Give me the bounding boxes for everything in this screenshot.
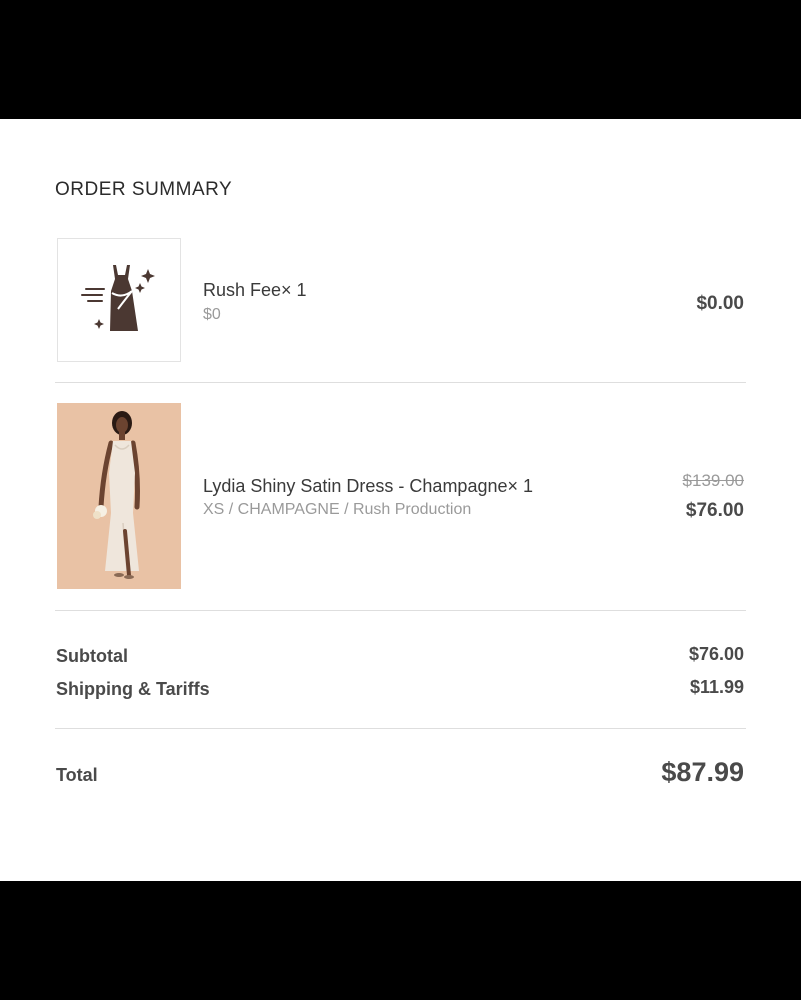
dress-photo bbox=[57, 403, 181, 589]
subtotal-value: $76.00 bbox=[688, 644, 744, 664]
dress-thumbnail[interactable] bbox=[57, 403, 181, 589]
item-detail: $0 bbox=[203, 306, 221, 323]
rush-dress-icon bbox=[81, 265, 155, 331]
subtotal-label: Subtotal bbox=[56, 646, 128, 666]
item-price: $0.00 bbox=[696, 293, 744, 314]
rush-fee-thumbnail[interactable] bbox=[57, 238, 181, 362]
total-value: $87.99 bbox=[661, 757, 744, 787]
item-price: $76.00 bbox=[685, 500, 744, 521]
divider bbox=[55, 610, 746, 611]
item-name[interactable]: Lydia Shiny Satin Dress - Champagne× 1 bbox=[203, 476, 533, 497]
original-price: $139.00 bbox=[682, 471, 744, 490]
item-name[interactable]: Rush Fee× 1 bbox=[203, 280, 307, 301]
order-summary-heading: ORDER SUMMARY bbox=[55, 179, 233, 200]
divider bbox=[55, 382, 746, 383]
divider bbox=[55, 728, 746, 729]
total-label: Total bbox=[56, 765, 98, 785]
shipping-label: Shipping & Tariffs bbox=[56, 679, 210, 699]
shipping-value: $11.99 bbox=[689, 677, 744, 697]
item-detail: XS / CHAMPAGNE / Rush Production bbox=[203, 501, 472, 518]
